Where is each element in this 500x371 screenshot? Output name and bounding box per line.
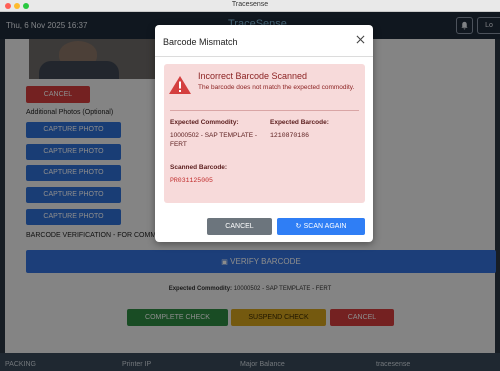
dialog-close-button[interactable] — [353, 33, 367, 47]
scan-again-button[interactable]: ↻ SCAN AGAIN — [277, 218, 365, 235]
mismatch-alert: Incorrect Barcode Scanned The barcode do… — [164, 64, 365, 203]
warning-icon — [169, 76, 191, 94]
dialog-title: Barcode Mismatch — [163, 37, 238, 47]
expected-commodity-label: Expected Commodity: — [170, 119, 239, 126]
alert-description: The barcode does not match the expected … — [198, 84, 355, 91]
dialog-cancel-button[interactable]: CANCEL — [207, 218, 272, 235]
expected-commodity-field: 10000502 - SAP TEMPLATE - FERT — [170, 132, 258, 148]
alert-divider — [170, 110, 359, 111]
window-title: Tracesense — [231, 1, 269, 8]
expected-barcode-label: Expected Barcode: — [270, 119, 329, 126]
barcode-mismatch-dialog: Barcode Mismatch Incorrect Barcode Scann… — [155, 25, 373, 242]
scanned-barcode-label: Scanned Barcode: — [170, 164, 228, 171]
alert-title: Incorrect Barcode Scanned — [198, 71, 308, 81]
dialog-divider — [155, 56, 373, 57]
window-titlebar: Tracesense — [0, 0, 500, 12]
refresh-icon: ↻ — [295, 222, 304, 230]
expected-barcode-field: 1210870186 — [270, 132, 310, 139]
close-icon — [356, 35, 364, 44]
scanned-barcode-field: PR031125005 — [170, 177, 213, 184]
scan-again-label: SCAN AGAIN — [303, 223, 347, 230]
